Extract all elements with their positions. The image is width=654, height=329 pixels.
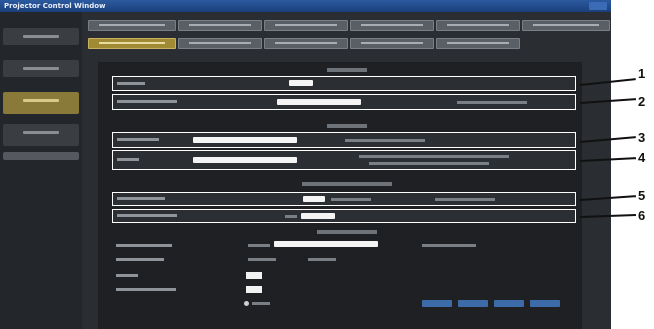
close-icon[interactable] — [589, 2, 607, 10]
section-header-1 — [112, 66, 582, 75]
sidebar — [0, 12, 82, 329]
projector-control-window: Projector Control Window — [0, 0, 611, 329]
setting-row-2 — [112, 94, 576, 110]
title-bar: Projector Control Window — [0, 0, 611, 12]
sidebar-item-2[interactable] — [3, 60, 79, 77]
tab-1[interactable] — [88, 20, 176, 31]
callout-2: 2 — [638, 94, 646, 109]
row-note — [248, 244, 270, 247]
action-button-2[interactable] — [458, 300, 488, 307]
section-header-2 — [112, 122, 582, 131]
text-input[interactable] — [193, 157, 297, 163]
row-label — [117, 82, 145, 85]
setting-row-5 — [112, 192, 576, 206]
section-header-4 — [112, 228, 582, 237]
tab-8[interactable] — [178, 38, 262, 49]
sidebar-item-5[interactable] — [3, 152, 79, 160]
text-input[interactable] — [301, 213, 335, 219]
section-header-3 — [112, 180, 582, 189]
callout-5: 5 — [638, 188, 646, 203]
setting-row-3 — [112, 132, 576, 148]
row-label — [116, 288, 176, 291]
callout-3: 3 — [638, 130, 646, 145]
toggle-field[interactable] — [289, 80, 313, 86]
row-note — [331, 198, 371, 201]
row-note — [308, 258, 336, 261]
row-note — [285, 215, 297, 218]
row-note — [345, 139, 425, 142]
text-input[interactable] — [277, 99, 361, 105]
value-box[interactable] — [246, 286, 262, 293]
row-note — [369, 162, 489, 165]
row-label — [116, 258, 164, 261]
sidebar-item-1[interactable] — [3, 28, 79, 45]
tab-10[interactable] — [350, 38, 434, 49]
row-label — [117, 158, 139, 161]
action-button-3[interactable] — [494, 300, 524, 307]
setting-row-6 — [112, 209, 576, 223]
row-label — [117, 100, 177, 103]
row-label — [117, 197, 165, 200]
tab-9[interactable] — [264, 38, 348, 49]
lower-settings — [112, 238, 576, 328]
tab-active[interactable] — [88, 38, 176, 49]
action-button-4[interactable] — [530, 300, 560, 307]
tab-6[interactable] — [522, 20, 610, 31]
tab-11[interactable] — [436, 38, 520, 49]
radio-icon[interactable] — [244, 301, 249, 306]
row-note — [457, 101, 527, 104]
toggle-field[interactable] — [303, 196, 325, 202]
row-note — [422, 244, 476, 247]
tab-3[interactable] — [264, 20, 348, 31]
sidebar-item-active[interactable] — [3, 92, 79, 114]
window-title: Projector Control Window — [4, 2, 106, 10]
text-input[interactable] — [193, 137, 297, 143]
row-label — [116, 244, 172, 247]
row-label — [116, 274, 138, 277]
text-input[interactable] — [274, 241, 378, 247]
setting-row-4 — [112, 150, 576, 170]
row-label — [117, 214, 177, 217]
action-button-1[interactable] — [422, 300, 452, 307]
row-label — [117, 138, 159, 141]
tab-5[interactable] — [436, 20, 520, 31]
tab-bar — [88, 20, 610, 60]
setting-row-1 — [112, 76, 576, 91]
settings-panel — [98, 62, 582, 329]
tab-2[interactable] — [178, 20, 262, 31]
tab-4[interactable] — [350, 20, 434, 31]
row-note — [435, 198, 495, 201]
sidebar-item-4[interactable] — [3, 124, 79, 146]
row-note — [359, 155, 509, 158]
callout-6: 6 — [638, 208, 646, 223]
callout-4: 4 — [638, 150, 646, 165]
row-note — [248, 258, 276, 261]
value-box[interactable] — [246, 272, 262, 279]
row-note — [252, 302, 270, 305]
callout-1: 1 — [638, 66, 646, 81]
